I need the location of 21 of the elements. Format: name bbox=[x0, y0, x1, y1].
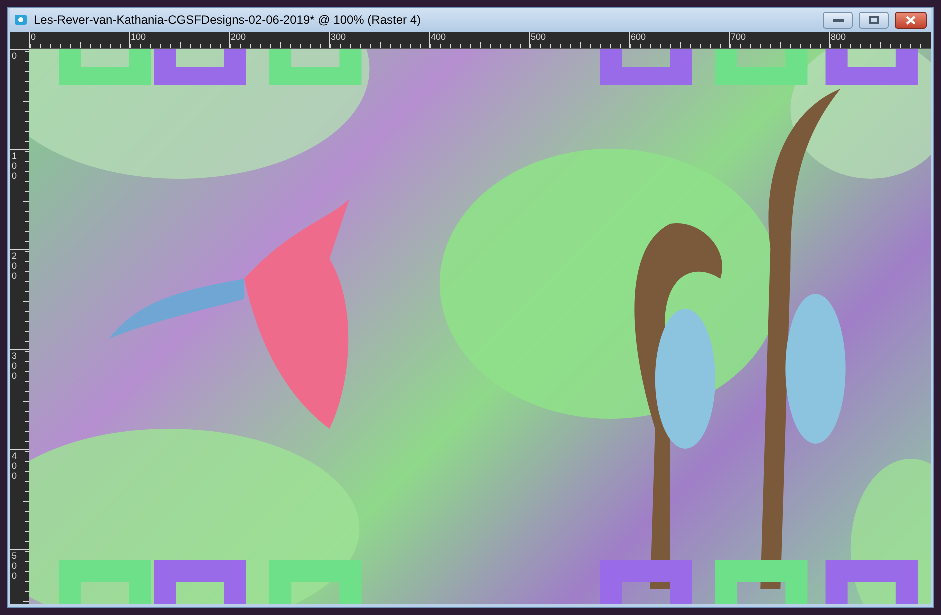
ruler-label: 400 bbox=[430, 32, 448, 42]
ruler-label: 800 bbox=[830, 32, 848, 42]
ruler-label: 200 bbox=[230, 32, 248, 42]
maximize-button[interactable] bbox=[859, 12, 889, 28]
close-icon bbox=[906, 16, 916, 24]
image-icon bbox=[14, 13, 28, 27]
ruler-label: 300 bbox=[330, 32, 348, 42]
ruler-label: 0 bbox=[12, 51, 18, 61]
ruler-label: 500 bbox=[12, 551, 18, 581]
ruler-label: 500 bbox=[530, 32, 548, 42]
ruler-label: 200 bbox=[12, 251, 18, 281]
ruler-label: 100 bbox=[130, 32, 148, 42]
ruler-label: 0 bbox=[30, 32, 38, 42]
ruler-label: 700 bbox=[730, 32, 748, 42]
minimize-button[interactable] bbox=[823, 12, 853, 28]
ruler-label: 100 bbox=[12, 151, 18, 181]
window-title: Les-Rever-van-Kathania-CGSFDesigns-02-06-2019* @ 100% (Raster 4) bbox=[34, 12, 422, 29]
close-button[interactable] bbox=[895, 12, 927, 28]
ruler-label: 300 bbox=[12, 351, 18, 381]
ruler-label: 400 bbox=[12, 451, 18, 481]
ruler-label: 600 bbox=[630, 32, 648, 42]
